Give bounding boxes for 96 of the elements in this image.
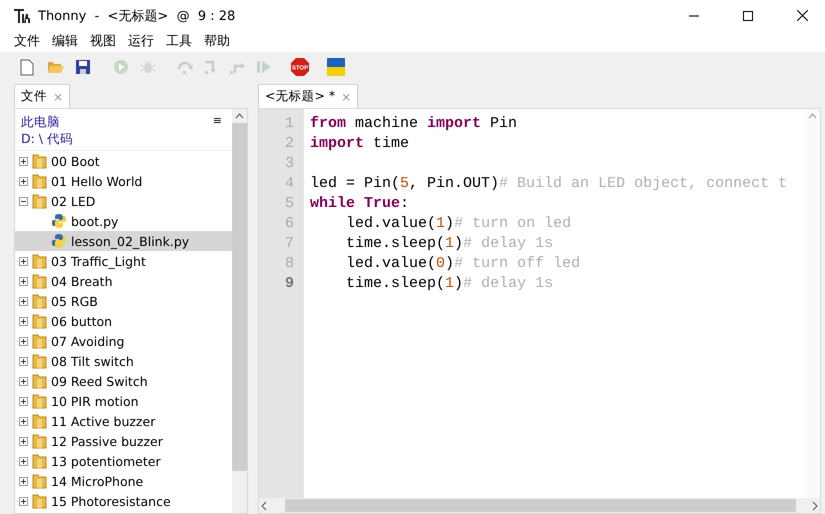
tree-item[interactable]: 09 Reed Switch (15, 371, 232, 391)
expand-icon[interactable] (19, 256, 28, 266)
expand-icon[interactable] (19, 276, 28, 286)
close-icon (796, 10, 808, 21)
code-line: while True: (310, 195, 410, 214)
folder-icon (32, 453, 47, 469)
scroll-right-icon[interactable] (810, 500, 820, 510)
folder-icon (32, 393, 47, 409)
line-number: 9 (284, 275, 295, 294)
expand-icon[interactable] (19, 456, 28, 466)
location-link[interactable]: 此电脑 (21, 114, 213, 130)
tree-item[interactable]: 11 Active buzzer (15, 411, 232, 431)
horizontal-scrollbar[interactable] (259, 498, 820, 513)
menu-item[interactable]: 运行 (122, 31, 160, 52)
expand-icon[interactable] (19, 316, 28, 326)
line-number: 1 (284, 115, 295, 134)
folder-icon (32, 253, 47, 269)
bug-icon (140, 59, 156, 75)
folder-icon (32, 333, 47, 349)
code-line: time.sleep(1)# delay 1s (345, 275, 554, 294)
line-number: 2 (284, 135, 295, 154)
folder-icon (32, 493, 47, 509)
expand-icon[interactable] (19, 476, 28, 486)
tree-item[interactable]: 14 MicroPhone (15, 471, 232, 491)
menu-item[interactable]: 工具 (160, 31, 198, 52)
tree-item[interactable]: 01 Hello World (15, 171, 232, 191)
folder-icon (32, 293, 47, 309)
line-number: 7 (284, 235, 295, 254)
expand-icon[interactable] (19, 416, 28, 426)
tree-item[interactable]: 07 Avoiding (15, 331, 232, 351)
folder-icon (32, 433, 47, 449)
folder-icon (32, 313, 47, 329)
step-over-icon (177, 59, 195, 75)
menu-item[interactable]: 视图 (84, 31, 122, 52)
files-tab[interactable]: 文件 × (14, 84, 70, 108)
expand-icon[interactable] (19, 176, 28, 186)
expand-icon[interactable] (19, 436, 28, 446)
expand-icon[interactable] (19, 396, 28, 406)
tree-item[interactable]: 12 Passive buzzer (15, 431, 232, 451)
tree-item[interactable]: 13 potentiometer (15, 451, 232, 471)
line-number: 4 (284, 175, 295, 194)
scrollbar[interactable] (232, 109, 247, 513)
tree-item[interactable]: 00 Boot (15, 151, 232, 171)
expand-icon[interactable] (19, 296, 28, 306)
tree-item[interactable]: 03 Traffic_Light (15, 251, 232, 271)
expand-icon[interactable] (19, 336, 28, 346)
expand-icon[interactable] (19, 376, 28, 386)
folder-icon (32, 373, 47, 389)
code-line: led = Pin(5, Pin.OUT)# Build an LED object, connect t (310, 175, 788, 194)
tree-item[interactable]: 06 button (15, 311, 232, 331)
folder-icon (32, 473, 47, 489)
line-number: 8 (284, 255, 295, 274)
app-logo-icon (14, 8, 30, 22)
line-number: 5 (284, 195, 295, 214)
maximize-icon (743, 10, 753, 20)
python-file-icon (51, 233, 67, 249)
tree-item[interactable]: 10 PIR motion (15, 391, 232, 411)
expand-icon[interactable] (19, 356, 28, 366)
code-line: led.value(1)# turn on led (345, 215, 572, 234)
code-line: from machine import Pin (310, 115, 518, 134)
tree-item[interactable]: boot.py (15, 211, 232, 231)
tree-item[interactable]: 05 RGB (15, 291, 232, 311)
tree-item[interactable]: lesson_02_Blink.py (15, 231, 232, 251)
scroll-left-icon[interactable] (259, 500, 269, 510)
expand-icon[interactable] (19, 496, 28, 506)
resume-icon (256, 59, 272, 75)
menu-item[interactable]: 编辑 (46, 31, 84, 52)
editor-tab[interactable]: <无标题> * × (258, 84, 358, 108)
path-link[interactable]: D: \ 代码 (21, 131, 213, 147)
line-number: 3 (284, 155, 295, 174)
line-number: 6 (284, 215, 295, 234)
folder-icon (32, 413, 47, 429)
folder-icon (32, 353, 47, 369)
menu-item[interactable]: 帮助 (198, 31, 236, 52)
new-file-icon (20, 58, 34, 76)
tree-item[interactable]: 08 Tilt switch (15, 351, 232, 371)
menu-icon[interactable]: ≡ (212, 114, 222, 147)
flag-icon (327, 58, 345, 76)
run-icon (113, 59, 129, 75)
open-folder-icon (47, 59, 65, 75)
tree-item[interactable]: 02 LED (15, 191, 232, 211)
python-file-icon (51, 213, 67, 229)
menu-item[interactable]: 文件 (8, 31, 46, 52)
tree-item[interactable]: 04 Breath (15, 271, 232, 291)
toolbar-button[interactable] (325, 56, 347, 78)
code-line: led.value(0)# turn off led (345, 255, 582, 274)
collapse-icon[interactable] (19, 196, 28, 206)
folder-icon (32, 173, 47, 189)
folder-icon (32, 193, 47, 209)
code-line: import time (310, 135, 410, 154)
tree-item[interactable]: 15 Photoresistance (15, 491, 232, 511)
window-title: Thonny - <无标题> @ 9 : 28 (38, 8, 236, 24)
folder-icon (32, 153, 47, 169)
folder-icon (32, 273, 47, 289)
code-line: time.sleep(1)# delay 1s (345, 235, 554, 254)
expand-icon[interactable] (19, 156, 28, 166)
